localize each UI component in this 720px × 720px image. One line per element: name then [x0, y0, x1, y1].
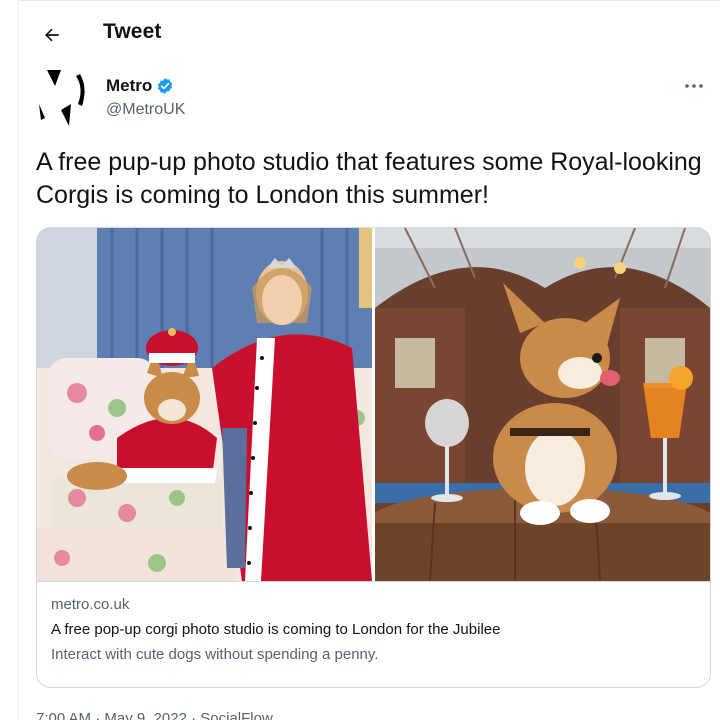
card-title: A free pop-up corgi photo studio is comi… [51, 621, 501, 638]
author-display-name[interactable]: Metro [106, 76, 152, 96]
arrow-left-icon [45, 28, 59, 42]
back-button[interactable] [37, 20, 67, 50]
tweet-text: A free pup-up photo studio that features… [36, 148, 702, 209]
author-handle[interactable]: @MetroUK [106, 101, 185, 119]
page-title: Tweet [103, 20, 162, 43]
tweet-header: Tweet [19, 0, 720, 68]
tweet-timestamp[interactable]: 7:00 AM · May 9, 2022 · SocialFlow [36, 706, 273, 720]
more-horizontal-icon [685, 84, 703, 88]
tweet-author: Metro @MetroUK [36, 68, 706, 132]
card-meta[interactable]: metro.co.uk A free pop-up corgi photo st… [37, 581, 710, 687]
card-domain: metro.co.uk [51, 596, 130, 613]
more-options-button[interactable] [682, 76, 706, 96]
avatar[interactable] [36, 68, 94, 130]
link-card[interactable]: metro.co.uk A free pop-up corgi photo st… [36, 227, 711, 688]
corgi-market-photo-right [375, 228, 710, 581]
card-media[interactable] [37, 228, 710, 581]
corgi-royal-photo-left [37, 228, 372, 581]
verified-badge-icon [158, 78, 173, 94]
metro-logo-icon [36, 68, 94, 130]
window-left-edge [18, 0, 19, 720]
author-name-row: Metro [106, 76, 174, 96]
card-description: Interact with cute dogs without spending… [51, 646, 379, 663]
